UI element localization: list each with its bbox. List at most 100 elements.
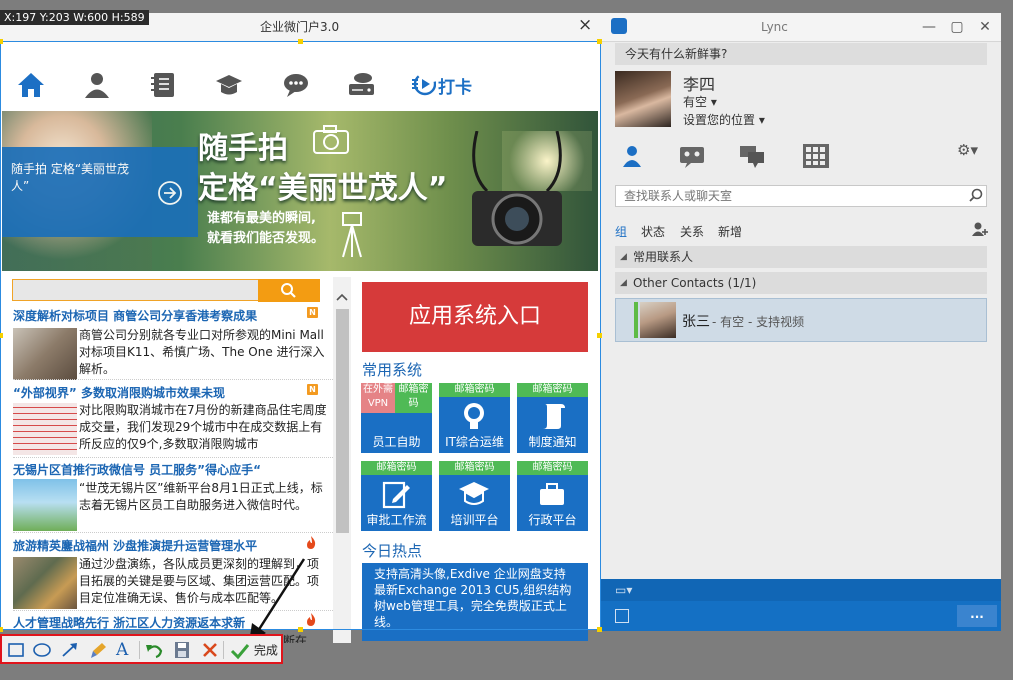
close-icon[interactable]: ✕ bbox=[975, 17, 995, 37]
selection-coordinates: X:197 Y:203 W:600 H:589 bbox=[0, 10, 149, 25]
news-thumbnail[interactable] bbox=[13, 328, 77, 380]
undo-icon[interactable] bbox=[144, 641, 164, 659]
save-icon[interactable] bbox=[172, 641, 192, 659]
news-thumbnail[interactable] bbox=[13, 557, 77, 609]
presence-dropdown[interactable]: 有空 ▾ bbox=[683, 93, 717, 110]
resize-handle[interactable] bbox=[597, 39, 602, 44]
tab-new[interactable]: 新增 bbox=[718, 223, 742, 240]
contact-row[interactable]: 张三 - 有空 - 支持视频 bbox=[615, 298, 987, 342]
tile-password-note: 邮箱密码 bbox=[517, 383, 588, 397]
lync-window-title: Lync bbox=[761, 20, 788, 34]
lync-titlebar: Lync — ▢ ✕ bbox=[601, 13, 1001, 42]
news-title[interactable]: “外部视界” 多数取消限购城市效果未现 bbox=[13, 384, 225, 401]
brush-tool-icon[interactable] bbox=[88, 641, 108, 659]
camera-icon bbox=[312, 123, 352, 157]
checkin-button[interactable]: 打卡 bbox=[412, 71, 472, 98]
news-title[interactable]: 深度解析对标项目 商管公司分享香港考察成果 bbox=[13, 307, 257, 324]
resize-handle[interactable] bbox=[0, 627, 3, 632]
location-dropdown[interactable]: 设置您的位置 ▾ bbox=[683, 111, 765, 128]
lync-bottom-bar: ▭▾ ... bbox=[601, 579, 1001, 631]
tile-label: IT综合运维 bbox=[445, 435, 504, 449]
search-button[interactable] bbox=[258, 279, 320, 302]
group-label: 常用联系人 bbox=[633, 250, 694, 264]
tile-employee-self-service[interactable]: 在外需VPN 邮箱密码 员工自助 bbox=[361, 383, 432, 453]
tile-admin-platform[interactable]: 邮箱密码 行政平台 bbox=[517, 461, 588, 531]
text-tool-icon[interactable]: A bbox=[116, 641, 136, 659]
hot-flame-icon bbox=[304, 535, 318, 549]
news-thumbnail[interactable] bbox=[13, 403, 77, 455]
whats-new-input[interactable]: 今天有什么新鲜事? bbox=[615, 43, 987, 65]
divider bbox=[13, 379, 335, 381]
tile-policy-notices[interactable]: 邮箱密码 制度通知 bbox=[517, 383, 588, 453]
tab-status[interactable]: 状态 bbox=[641, 223, 665, 240]
tile-password-note: 邮箱密码 bbox=[361, 461, 432, 475]
settings-gear-icon[interactable]: ⚙▾ bbox=[957, 141, 978, 159]
tile-password-note: 邮箱密码 bbox=[439, 383, 510, 397]
tile-password-note: 邮箱密码 bbox=[439, 461, 510, 475]
ellipse-tool-icon[interactable] bbox=[32, 641, 52, 659]
news-summary: “世茂无锡片区”维新平台8月1日正式上线，标志着无锡片区员工自助服务进入微信时代… bbox=[79, 481, 323, 512]
conversations-icon[interactable] bbox=[737, 143, 767, 169]
resize-handle[interactable] bbox=[0, 39, 3, 44]
contacts-icon[interactable] bbox=[617, 143, 647, 169]
app-system-entry-button[interactable]: 应用系统入口 bbox=[362, 282, 588, 352]
maximize-icon[interactable]: ▢ bbox=[947, 17, 967, 37]
collapse-arrow-icon: ◢ bbox=[620, 278, 627, 288]
phone-grid-icon[interactable] bbox=[801, 143, 831, 169]
arrow-tool-icon[interactable] bbox=[60, 641, 80, 659]
lync-call-bar bbox=[601, 579, 1001, 601]
news-title[interactable]: 旅游精英鏖战福州 沙盘推演提升运营管理水平 bbox=[13, 537, 257, 554]
resize-handle[interactable] bbox=[298, 39, 303, 44]
hot-topics-title: 今日热点 bbox=[362, 542, 423, 560]
news-title[interactable]: 无锡片区首推行政微信号 员工服务”得心应手“ bbox=[13, 461, 261, 478]
common-systems-title: 常用系统 bbox=[362, 361, 423, 379]
tile-vpn-note: 在外需VPN bbox=[361, 383, 395, 413]
arrow-right-circle-icon[interactable] bbox=[157, 180, 183, 206]
portal-window-title: 企业微门户3.0 bbox=[260, 20, 340, 34]
phone-icon[interactable] bbox=[615, 609, 629, 623]
divider bbox=[13, 532, 335, 534]
news-thumbnail[interactable] bbox=[13, 479, 77, 531]
rectangle-tool-icon[interactable] bbox=[6, 641, 26, 659]
tile-approval-workflow[interactable]: 邮箱密码 审批工作流 bbox=[361, 461, 432, 531]
cancel-icon[interactable] bbox=[200, 641, 220, 659]
scroll-up-arrow-icon[interactable] bbox=[336, 293, 348, 301]
present-icon[interactable]: ▭▾ bbox=[615, 583, 632, 597]
banner-carousel[interactable]: 随手拍 定格“美丽世茂人” 随手拍 定格“美丽世茂人” 谁都有最美的瞬间, 就看… bbox=[2, 111, 598, 271]
resize-handle[interactable] bbox=[0, 333, 3, 338]
rooms-icon[interactable] bbox=[677, 143, 707, 169]
cloud-drive-icon[interactable] bbox=[346, 71, 376, 99]
scrollbar-thumb[interactable] bbox=[336, 309, 349, 533]
minimize-icon[interactable]: — bbox=[919, 17, 939, 37]
tab-relationships[interactable]: 关系 bbox=[680, 223, 704, 240]
resize-handle[interactable] bbox=[597, 627, 602, 632]
group-other-contacts[interactable]: ◢ Other Contacts (1/1) bbox=[615, 272, 987, 294]
banner-subline: 就看我们能否发现。 bbox=[207, 231, 325, 246]
toolbar-divider bbox=[139, 641, 140, 659]
tile-training-platform[interactable]: 邮箱密码 培训平台 bbox=[439, 461, 510, 531]
contact-search-input[interactable] bbox=[615, 185, 987, 207]
camera-photo bbox=[457, 131, 577, 261]
add-contact-icon[interactable] bbox=[971, 221, 989, 237]
resize-handle[interactable] bbox=[597, 333, 602, 338]
avatar[interactable] bbox=[615, 71, 671, 127]
notebook-icon[interactable] bbox=[150, 71, 176, 99]
tab-groups[interactable]: 组 bbox=[615, 223, 627, 240]
hot-topics-content[interactable]: 支持高清头像,Exdive 企业网盘支持最新Exchange 2013 CU5,… bbox=[362, 563, 588, 641]
news-title[interactable]: 人才管理战略先行 浙江区人力资源返本求新 bbox=[13, 614, 245, 631]
tile-it-operations[interactable]: 邮箱密码 IT综合运维 bbox=[439, 383, 510, 453]
contact-avatar bbox=[640, 302, 676, 338]
portal-window: 企业微门户3.0 × 打卡 随手拍 定格“美丽世茂人” 随手拍 定格“美丽世茂人… bbox=[0, 13, 601, 643]
chat-bubble-icon[interactable] bbox=[282, 71, 310, 99]
search-icon bbox=[969, 188, 983, 202]
tile-label: 培训平台 bbox=[450, 513, 499, 527]
edit-form-icon bbox=[381, 479, 411, 509]
home-icon[interactable] bbox=[16, 71, 46, 99]
graduation-cap-icon[interactable] bbox=[214, 71, 244, 99]
group-frequent-contacts[interactable]: ◢ 常用联系人 bbox=[615, 246, 987, 268]
done-button[interactable]: 完成 bbox=[230, 641, 278, 659]
banner-caption-panel: 随手拍 定格“美丽世茂人” bbox=[2, 147, 198, 237]
close-icon[interactable]: × bbox=[578, 15, 592, 35]
user-icon[interactable] bbox=[84, 71, 110, 99]
more-options-button[interactable]: ... bbox=[957, 605, 997, 627]
